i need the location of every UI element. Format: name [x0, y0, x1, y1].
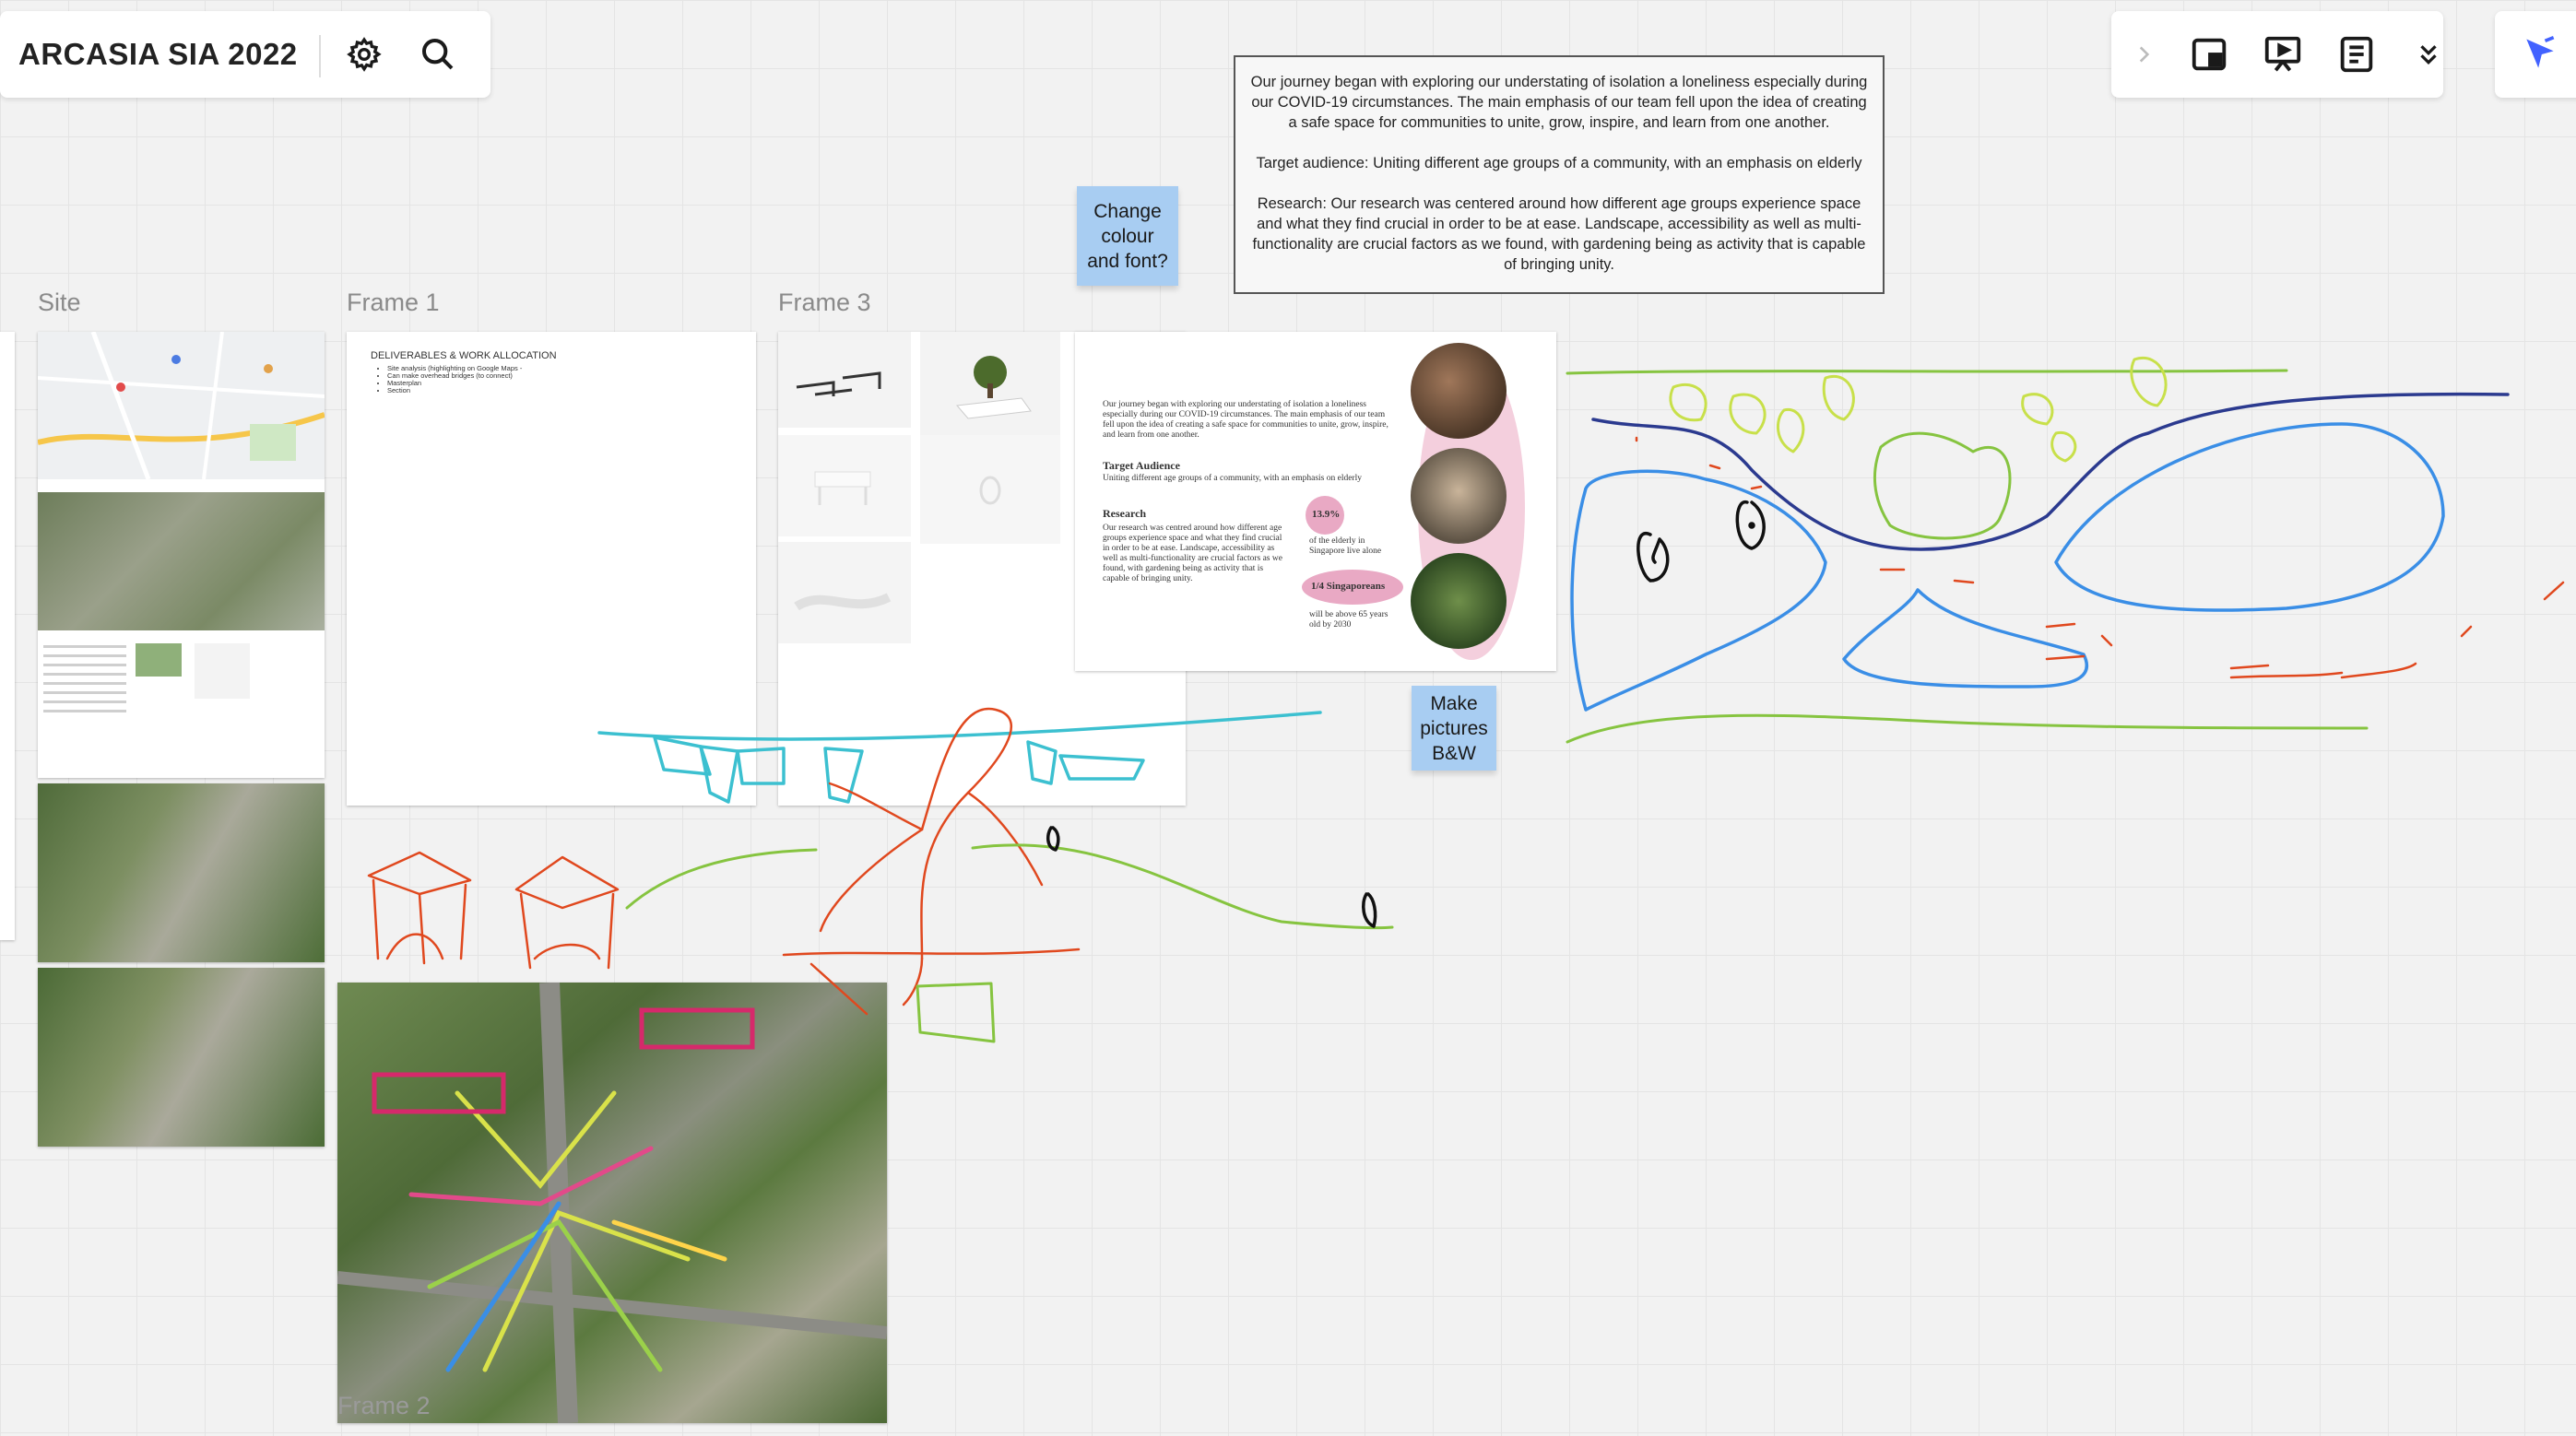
poster-target-heading: Target Audience — [1103, 459, 1180, 472]
stat-1-text: of the elderly in Singapore live alone — [1309, 536, 1382, 556]
header-divider — [319, 35, 321, 77]
poster-target-text: Uniting different age groups of a commun… — [1103, 474, 1362, 483]
project-description-textbox[interactable]: Our journey began with exploring our und… — [1234, 55, 1885, 294]
frame-label-frame3[interactable]: Frame 3 — [778, 288, 871, 317]
stat-2-text: will be above 65 years old by 2030 — [1309, 610, 1388, 630]
lime-leaf-doodles — [1669, 356, 2168, 463]
frame-label-site[interactable]: Site — [38, 288, 81, 317]
partial-frame-left[interactable] — [0, 332, 15, 940]
chevron-right-icon[interactable] — [2117, 28, 2170, 81]
cursor-tool-panel — [2495, 11, 2576, 98]
gear-icon[interactable] — [337, 28, 391, 81]
street-map-image — [37, 331, 325, 480]
stat-1-value: 13.9% — [1312, 509, 1341, 520]
photo-circle-elderly — [1411, 448, 1507, 544]
description-paragraph-3: Research: Our research was centered arou… — [1252, 195, 1866, 273]
site-aerial-2[interactable] — [38, 968, 325, 1147]
red-pavilion-sketches — [367, 851, 620, 970]
board-frame-icon[interactable] — [2183, 28, 2237, 81]
frame1-bullet-list: Site analysis (highlighting on Google Ma… — [371, 365, 522, 394]
search-icon[interactable] — [411, 28, 465, 81]
presentation-icon[interactable] — [2256, 28, 2310, 81]
photo-circle-garden — [1411, 553, 1507, 649]
table-render-thumbnail — [778, 435, 911, 536]
red-dash-marks — [1635, 436, 2565, 679]
description-paragraph-1: Our journey began with exploring our und… — [1250, 74, 1868, 131]
frame1-heading: DELIVERABLES & WORK ALLOCATION — [371, 350, 557, 361]
lounger-render-thumbnail — [778, 542, 911, 643]
frame-1[interactable]: DELIVERABLES & WORK ALLOCATION Site anal… — [347, 332, 756, 806]
tree-render-thumbnail — [920, 332, 1060, 441]
frame-label-frame2[interactable]: Frame 2 — [337, 1392, 431, 1420]
project-poster[interactable]: Our journey began with exploring our und… — [1075, 332, 1556, 671]
chevron-double-down-icon[interactable] — [2402, 28, 2455, 81]
description-paragraph-2: Target audience: Uniting different age g… — [1256, 155, 1862, 171]
cursor-icon[interactable] — [2513, 28, 2567, 81]
photo-circle-community — [1411, 343, 1507, 439]
sticky-note-change-colour[interactable]: Change colour and font? — [1077, 186, 1178, 286]
frame-label-frame1[interactable]: Frame 1 — [347, 288, 440, 317]
aerial-map-image — [38, 492, 325, 630]
stat-2-value: 1/4 Singaporeans — [1311, 581, 1386, 592]
notes-thumbnail — [38, 636, 325, 774]
bench-render-thumbnail — [778, 332, 911, 428]
board-header: ARCASIA SIA 2022 — [0, 11, 490, 98]
navy-river-sketch — [1591, 392, 2510, 551]
site-aerial-1[interactable] — [38, 783, 325, 962]
top-right-toolbar — [2111, 11, 2443, 98]
frame-2-aerial-map[interactable] — [337, 982, 888, 1424]
pod-render-thumbnail — [920, 435, 1060, 544]
board-title[interactable]: ARCASIA SIA 2022 — [18, 37, 298, 72]
poster-intro: Our journey began with exploring our und… — [1103, 400, 1388, 440]
notes-icon[interactable] — [2330, 28, 2383, 81]
site-frame[interactable] — [37, 331, 325, 778]
frame1-bullet: Section — [387, 387, 522, 394]
poster-research-text: Our research was centred around how diff… — [1103, 524, 1282, 583]
sticky-note-make-bw[interactable]: Make pictures B&W — [1412, 686, 1496, 771]
poster-research-heading: Research — [1103, 507, 1147, 520]
blue-lake-sketches — [1570, 422, 2445, 712]
